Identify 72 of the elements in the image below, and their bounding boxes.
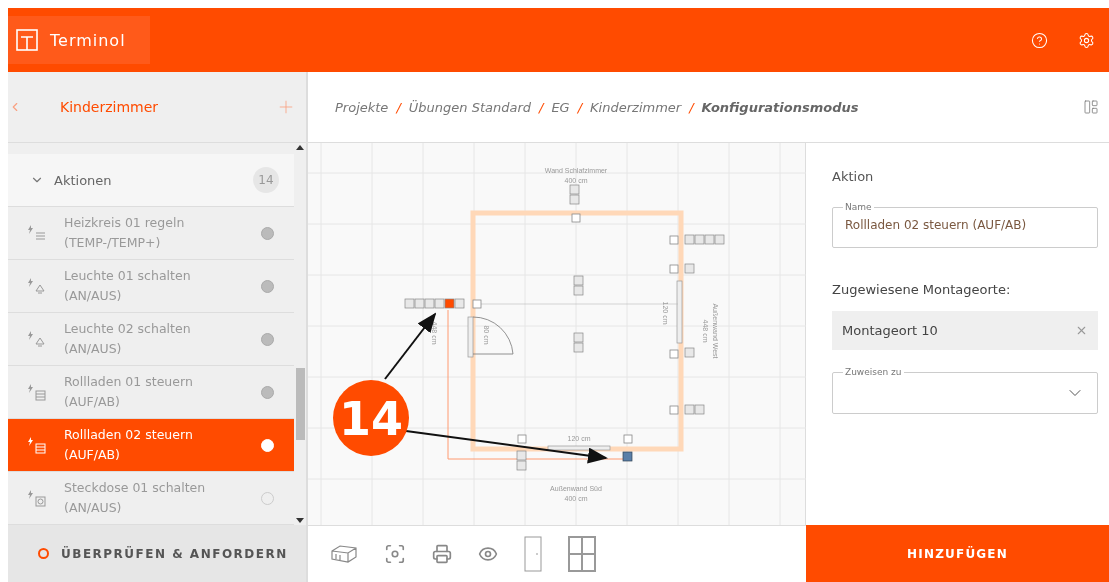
close-icon[interactable] [1075, 324, 1088, 337]
layout-icon[interactable] [1083, 99, 1099, 115]
room-title: Kinderzimmer [59, 99, 160, 115]
panel-title: Aktion [832, 169, 875, 184]
device-strip[interactable] [684, 234, 725, 245]
room-3d-icon[interactable] [330, 543, 358, 565]
device-strip[interactable] [684, 404, 705, 415]
help-icon[interactable] [1031, 31, 1048, 49]
arrow [384, 312, 437, 380]
mount-point[interactable] [623, 434, 633, 444]
section-label: Zugewiesene Montageorte: [832, 282, 1012, 297]
window-icon[interactable] [568, 536, 596, 572]
review-button[interactable]: ÜBERPRÜFEN & ANFORDERN [8, 525, 308, 582]
mount-point[interactable] [669, 264, 679, 274]
mount-point[interactable] [669, 405, 679, 415]
action-subtitle: (AN/AUS) [64, 499, 123, 517]
breadcrumb-link[interactable]: Projekte [335, 99, 389, 115]
device-strip[interactable] [573, 332, 584, 353]
action-title: Heizkreis 01 regeln [64, 214, 186, 232]
action-title: Steckdose 01 schalten [64, 479, 207, 497]
device-strip[interactable] [404, 298, 465, 309]
shutter-action-icon [28, 436, 46, 454]
focus-icon[interactable] [384, 543, 406, 565]
mount-point[interactable] [669, 349, 679, 359]
print-icon[interactable] [432, 544, 452, 564]
action-title: Leuchte 02 schalten [64, 320, 192, 338]
breadcrumb-separator: / [539, 99, 544, 115]
section-header[interactable]: Aktionen 14 [8, 154, 294, 207]
device-strip[interactable] [684, 347, 695, 358]
breadcrumb-separator: / [396, 99, 401, 115]
device-strip[interactable] [516, 450, 527, 471]
name-field[interactable]: Name Rollladen 02 steuern (AUF/AB) [832, 202, 1098, 248]
window-drawing[interactable] [547, 445, 611, 451]
action-title: Leuchte 01 schalten [64, 267, 192, 285]
breadcrumb-link[interactable]: Kinderzimmer [590, 99, 682, 115]
device-strip[interactable] [569, 184, 580, 205]
action-subtitle: (AUF/AB) [64, 393, 121, 411]
location-label: Montageort 10 [842, 323, 938, 338]
assign-dropdown[interactable]: Zuweisen zu [832, 367, 1098, 414]
breadcrumb-separator: / [689, 99, 694, 115]
action-subtitle: (AUF/AB) [64, 446, 121, 464]
mount-point[interactable] [472, 299, 482, 309]
breadcrumb-link[interactable]: Übungen Standard [408, 99, 531, 115]
add-button[interactable]: HINZUFÜGEN [806, 525, 1109, 582]
settings-icon[interactable] [1078, 31, 1095, 49]
action-subtitle: (TEMP-/TEMP+) [64, 234, 162, 252]
selected-mount-point[interactable] [622, 451, 633, 462]
light-action-icon [28, 330, 46, 348]
action-subtitle: (AN/AUS) [64, 340, 123, 358]
heating-action-icon [28, 224, 46, 242]
number-badge: 14 [333, 380, 409, 456]
socket-action-icon [28, 489, 46, 507]
device-strip[interactable] [573, 275, 584, 296]
mount-point[interactable] [517, 434, 527, 444]
light-action-icon [28, 277, 46, 295]
breadcrumb-link[interactable]: EG [551, 99, 570, 115]
door-drawing[interactable] [467, 316, 514, 358]
eye-icon[interactable] [478, 544, 498, 564]
mount-point[interactable] [669, 235, 679, 245]
shutter-action-icon [28, 383, 46, 401]
action-subtitle: (AN/AUS) [64, 287, 123, 305]
device-strip[interactable] [684, 263, 695, 274]
mount-point[interactable] [571, 213, 581, 223]
door-icon[interactable] [524, 536, 542, 572]
breadcrumb-separator: / [577, 99, 583, 115]
scrollbar[interactable] [294, 143, 306, 525]
action-item[interactable]: Rollladen 02 steuern (AUF/AB) [8, 419, 294, 472]
action-title: Rollladen 02 steuern [64, 426, 194, 444]
logo[interactable]: Terminol [8, 16, 150, 64]
count-badge: 14 [253, 167, 279, 193]
action-title: Rollladen 01 steuern [64, 373, 194, 391]
logo-icon [16, 29, 38, 51]
